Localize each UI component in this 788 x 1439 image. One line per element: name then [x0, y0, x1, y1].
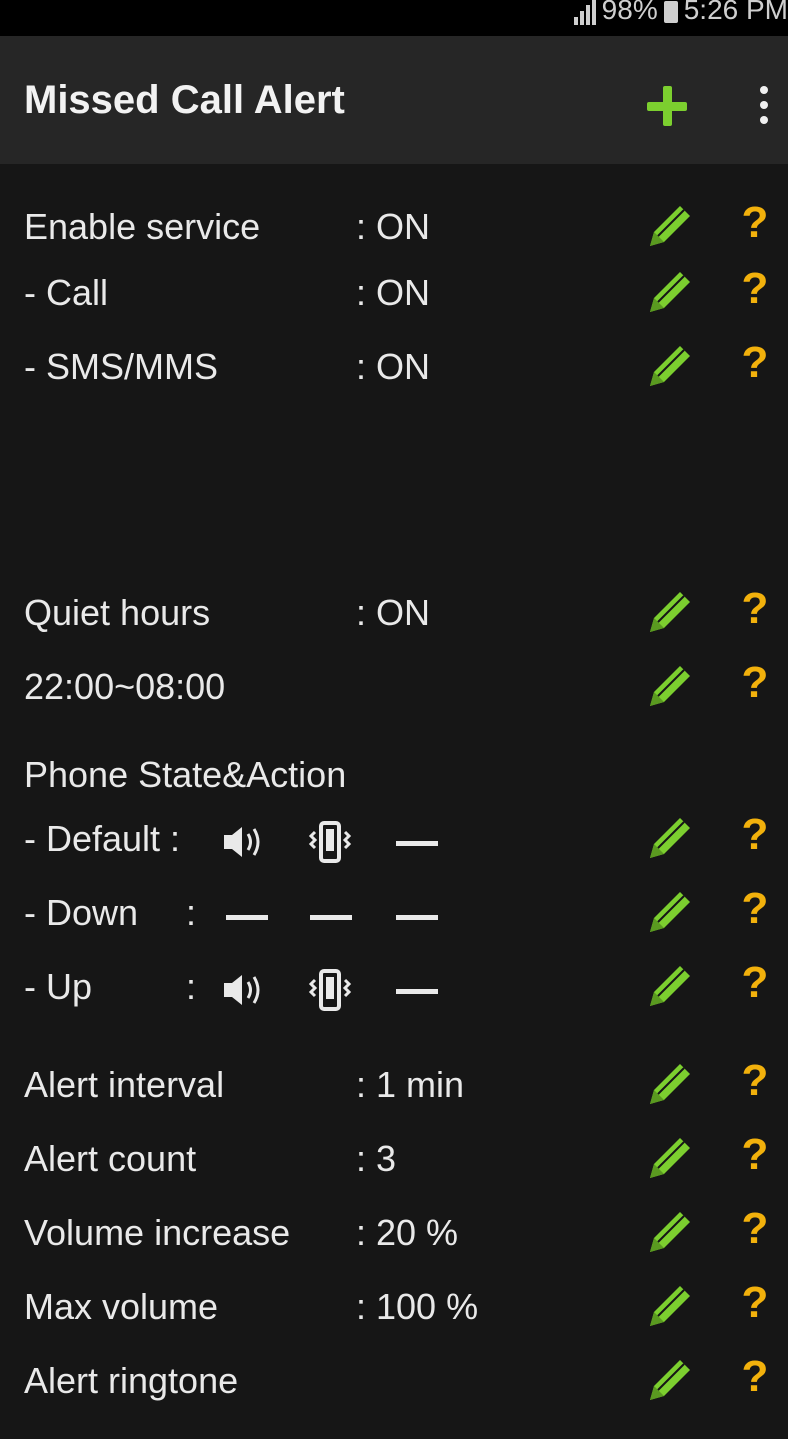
help-button[interactable]: ?: [740, 658, 770, 708]
edit-button[interactable]: [646, 1060, 694, 1108]
edit-button[interactable]: [646, 342, 694, 390]
setting-value: : ON: [356, 346, 431, 387]
setting-label: 22:00~08:00: [24, 666, 226, 707]
help-button[interactable]: ?: [740, 1204, 770, 1254]
setting-row-enable-service: Enable service : ON ?: [0, 198, 788, 258]
dash-icon: [396, 989, 438, 994]
help-button[interactable]: ?: [740, 584, 770, 634]
edit-button[interactable]: [646, 1282, 694, 1330]
add-button[interactable]: [645, 84, 689, 128]
setting-row-alert-ringtone: Alert ringtone ?: [0, 1352, 788, 1412]
help-button[interactable]: ?: [740, 1352, 770, 1402]
edit-button[interactable]: [646, 202, 694, 250]
help-button[interactable]: ?: [740, 198, 770, 248]
edit-button[interactable]: [646, 1134, 694, 1182]
dash-icon: [310, 915, 352, 920]
setting-label: - SMS/MMS: [24, 346, 218, 387]
pencil-icon: [650, 666, 690, 706]
pencil-icon: [650, 1064, 690, 1104]
setting-value: : 1 min: [356, 1064, 465, 1105]
pencil-icon: [650, 1286, 690, 1326]
setting-row-alert-count: Alert count : 3 ?: [0, 1130, 788, 1190]
setting-separator: :: [186, 966, 197, 1007]
dash-icon: [396, 841, 438, 846]
edit-button[interactable]: [646, 962, 694, 1010]
setting-label: Volume increase: [24, 1212, 291, 1253]
dash-icon: [226, 915, 268, 920]
edit-button[interactable]: [646, 888, 694, 936]
setting-label: Alert count: [24, 1138, 197, 1179]
help-button[interactable]: ?: [740, 810, 770, 860]
setting-row-down: - Down : ?: [0, 884, 788, 944]
help-button[interactable]: ?: [740, 1130, 770, 1180]
app-title: Missed Call Alert: [24, 78, 345, 122]
status-time: 5:26 PM: [683, 0, 788, 25]
edit-button[interactable]: [646, 588, 694, 636]
setting-label: Enable service: [24, 206, 261, 247]
pencil-icon: [650, 592, 690, 632]
edit-button[interactable]: [646, 814, 694, 862]
setting-row-sms: - SMS/MMS : ON ?: [0, 338, 788, 398]
setting-row-quiet-hours: Quiet hours : ON ?: [0, 584, 788, 644]
speaker-icon: [224, 827, 260, 857]
edit-button[interactable]: [646, 268, 694, 316]
setting-value: : 100 %: [356, 1286, 479, 1327]
setting-label: - Up: [24, 966, 93, 1007]
vibrate-icon: [308, 821, 352, 863]
signal-icon: [573, 0, 596, 25]
pencil-icon: [650, 966, 690, 1006]
setting-value: : ON: [356, 592, 431, 633]
pencil-icon: [650, 1360, 690, 1400]
vibrate-icon: [308, 969, 352, 1011]
setting-value: : 3: [356, 1138, 397, 1179]
setting-value: : ON: [356, 272, 431, 313]
setting-row-default: - Default : ?: [0, 810, 788, 870]
pencil-icon: [650, 1138, 690, 1178]
pencil-icon: [650, 1212, 690, 1252]
pencil-icon: [650, 206, 690, 246]
battery-percent: 98%: [601, 0, 658, 25]
setting-label: - Call: [24, 272, 109, 313]
setting-row-max-volume: Max volume : 100 % ?: [0, 1278, 788, 1338]
pencil-icon: [650, 818, 690, 858]
setting-row-up: - Up : ?: [0, 958, 788, 1018]
section-phone-state: Phone State&Action: [0, 746, 788, 806]
setting-row-quiet-range: 22:00~08:00 ?: [0, 658, 788, 718]
setting-label: - Down: [24, 892, 139, 933]
more-options-button[interactable]: [754, 80, 774, 130]
help-button[interactable]: ?: [740, 338, 770, 388]
setting-label: Quiet hours: [24, 592, 211, 633]
setting-row-call: - Call : ON ?: [0, 264, 788, 324]
edit-button[interactable]: [646, 1356, 694, 1404]
help-button[interactable]: ?: [740, 264, 770, 314]
dash-icon: [396, 915, 438, 920]
help-button[interactable]: ?: [740, 958, 770, 1008]
setting-value: : 20 %: [356, 1212, 459, 1253]
help-button[interactable]: ?: [740, 1056, 770, 1106]
more-vertical-icon: [760, 86, 768, 94]
pencil-icon: [650, 892, 690, 932]
setting-label: Alert interval: [24, 1064, 225, 1105]
setting-separator: :: [186, 892, 197, 933]
app-bar: Missed Call Alert: [0, 36, 788, 164]
setting-value: : ON: [356, 206, 431, 247]
pencil-icon: [650, 272, 690, 312]
help-button[interactable]: ?: [740, 884, 770, 934]
edit-button[interactable]: [646, 1208, 694, 1256]
battery-icon: [663, 0, 678, 23]
speaker-icon: [224, 975, 260, 1005]
setting-row-alert-interval: Alert interval : 1 min ?: [0, 1056, 788, 1116]
status-bar: 98% 5:26 PM: [0, 0, 788, 36]
pencil-icon: [650, 346, 690, 386]
setting-row-volume-increase: Volume increase : 20 % ?: [0, 1204, 788, 1264]
help-button[interactable]: ?: [740, 1278, 770, 1328]
setting-label: - Default :: [24, 818, 181, 859]
setting-label: Max volume: [24, 1286, 219, 1327]
setting-label: Alert ringtone: [24, 1360, 239, 1401]
section-heading: Phone State&Action: [24, 754, 347, 795]
edit-button[interactable]: [646, 662, 694, 710]
